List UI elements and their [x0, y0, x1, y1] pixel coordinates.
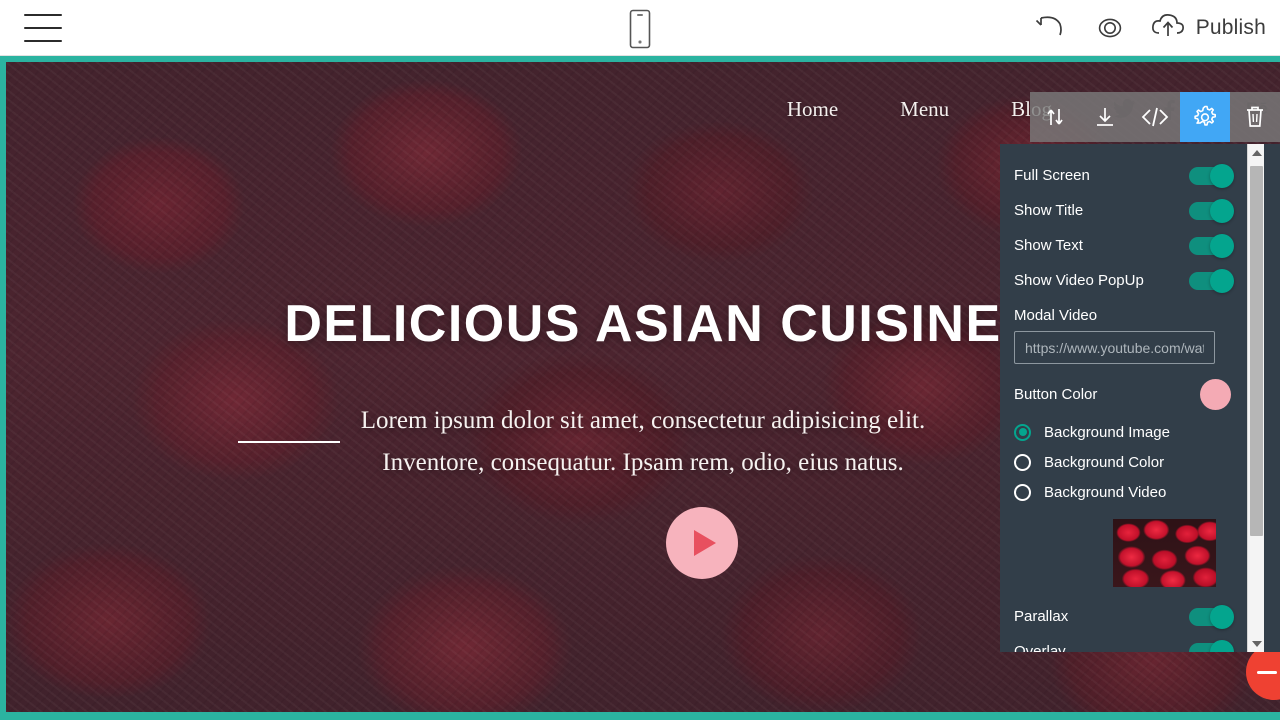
scroll-down-arrow-icon[interactable]: [1248, 635, 1265, 652]
button-color-swatch[interactable]: [1200, 378, 1231, 410]
show-video-popup-toggle[interactable]: [1189, 268, 1234, 293]
setting-parallax[interactable]: Parallax: [1014, 599, 1234, 634]
parallax-toggle[interactable]: [1189, 604, 1234, 629]
setting-label: Show Title: [1014, 202, 1084, 219]
radio-label: Background Color: [1044, 453, 1165, 471]
radio-background-color[interactable]: Background Color: [1014, 447, 1231, 477]
radio-background-image[interactable]: Background Image: [1014, 417, 1231, 447]
editor-top-bar: Publish: [0, 0, 1280, 56]
full-screen-toggle[interactable]: [1189, 163, 1234, 188]
setting-label: Show Video PopUp: [1014, 272, 1144, 289]
eye-preview-icon[interactable]: [1092, 10, 1128, 46]
toggle-knob: [1210, 198, 1234, 223]
setting-label: Show Text: [1014, 237, 1083, 254]
setting-label: Full Screen: [1014, 167, 1090, 184]
block-settings-button[interactable]: [1180, 92, 1230, 142]
toggle-knob: [1210, 639, 1234, 652]
download-block-button[interactable]: [1080, 92, 1130, 142]
publish-label: Publish: [1195, 16, 1266, 39]
mobile-device-icon[interactable]: [626, 9, 654, 49]
hamburger-line: [24, 27, 62, 29]
editor-tools: Publish: [1034, 0, 1266, 56]
nav-item-home[interactable]: Home: [787, 97, 838, 122]
block-toolbar: [1030, 92, 1280, 142]
toggle-knob: [1210, 163, 1234, 188]
setting-show-video-popup[interactable]: Show Video PopUp: [1014, 263, 1234, 298]
overlay-toggle[interactable]: [1189, 639, 1234, 652]
setting-label: Parallax: [1014, 608, 1069, 625]
hamburger-line: [24, 40, 62, 42]
radio-label: Background Video: [1044, 483, 1167, 501]
block-settings-panel: Full Screen Show Title Show Text Show Vi…: [1000, 144, 1280, 652]
settings-panel-scrollbar[interactable]: [1247, 144, 1264, 652]
move-block-button[interactable]: [1030, 92, 1080, 142]
toggle-knob: [1210, 604, 1234, 629]
toggle-knob: [1210, 268, 1234, 293]
setting-show-title[interactable]: Show Title: [1014, 193, 1234, 228]
radio-indicator: [1014, 423, 1031, 441]
edit-code-button[interactable]: [1130, 92, 1180, 142]
play-video-button[interactable]: [666, 507, 738, 579]
radio-label: Background Image: [1044, 423, 1170, 441]
delete-block-button[interactable]: [1230, 92, 1280, 142]
setting-overlay[interactable]: Overlay: [1014, 634, 1234, 652]
setting-button-color: Button Color: [1014, 371, 1231, 417]
setting-show-text[interactable]: Show Text: [1014, 228, 1234, 263]
modal-video-input[interactable]: [1014, 331, 1215, 364]
show-text-toggle[interactable]: [1189, 233, 1234, 258]
setting-label: Overlay: [1014, 643, 1066, 652]
button-color-label: Button Color: [1014, 385, 1098, 403]
hamburger-line: [24, 14, 62, 16]
toggle-knob: [1210, 233, 1234, 258]
setting-full-screen[interactable]: Full Screen: [1014, 158, 1234, 193]
radio-background-video[interactable]: Background Video: [1014, 477, 1231, 507]
radio-indicator: [1014, 453, 1031, 471]
undo-icon[interactable]: [1034, 10, 1070, 46]
settings-scroll-area: Full Screen Show Title Show Text Show Vi…: [1000, 144, 1247, 652]
scrollbar-thumb[interactable]: [1250, 166, 1263, 536]
minus-icon: [1257, 670, 1277, 674]
scroll-up-arrow-icon[interactable]: [1248, 144, 1265, 161]
nav-item-menu[interactable]: Menu: [900, 97, 949, 122]
settings-content: Full Screen Show Title Show Text Show Vi…: [1000, 144, 1247, 652]
play-triangle-icon: [694, 530, 716, 556]
hamburger-menu-icon[interactable]: [24, 14, 62, 42]
publish-button[interactable]: Publish: [1150, 11, 1266, 46]
modal-video-label: Modal Video: [1014, 307, 1098, 324]
cloud-upload-icon: [1150, 11, 1188, 46]
radio-indicator: [1014, 483, 1031, 501]
background-image-thumbnail[interactable]: [1113, 519, 1216, 587]
show-title-toggle[interactable]: [1189, 198, 1234, 223]
